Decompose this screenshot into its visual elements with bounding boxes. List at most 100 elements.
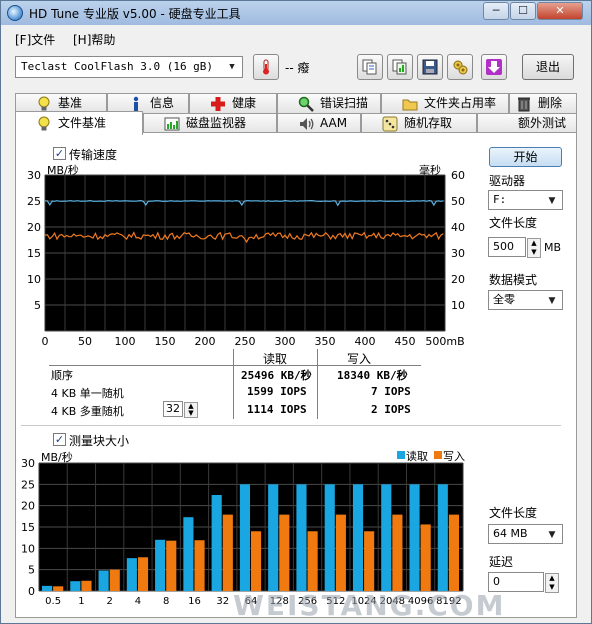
copy-image-icon [392,59,407,75]
main-window: HD Tune 专业版 v5.00 - 硬盘专业工具 ─ ☐ ✕ [F]文件 [… [0,0,592,624]
write-bar [335,514,346,591]
x-tick-label: 450 [395,335,416,348]
chevron-down-icon: ▼ [548,530,556,540]
tab-benchmark-label: 基准 [58,96,83,110]
results-write-value: 7 IOPS [371,385,411,398]
data-mode-dropdown[interactable]: 全零 ▼ [488,290,563,310]
read-bar [296,484,307,591]
tab-aam-label: AAM [320,116,348,130]
temperature-button[interactable] [253,54,279,80]
tab-folder-usage[interactable]: 文件夹占用率 [381,93,509,113]
file-length-stepper[interactable]: 500 ▲ ▼ [488,237,541,258]
y-left-tick-label: 20 [27,221,41,234]
file-length-label: 文件长度 [489,216,538,230]
drive-label: 驱动器 [489,174,526,188]
transfer-speed-checkbox[interactable]: ✓ [53,147,66,160]
tab-benchmark[interactable]: 基准 [15,93,107,113]
y-left-tick-label: 30 [27,169,41,182]
x-tick-label: 300 [275,335,296,348]
save-button[interactable] [417,54,443,80]
read-bar [239,484,250,591]
y-right-tick-label: 50 [451,195,465,208]
read-bar [155,539,166,591]
stepper-arrows-icon[interactable]: ▲ ▼ [545,573,559,593]
tab-health[interactable]: 健康 [189,93,277,113]
write-bar [420,524,431,591]
queue-depth-value: 32 [166,402,180,415]
tab-erase[interactable]: 删除 [509,93,577,113]
write-bar [279,514,290,591]
toolbar: Teclast CoolFlash 3.0 (16 gB) ▼ -- 癈 退出 [1,49,591,87]
tab-random-access[interactable]: 随机存取 [361,113,477,133]
block-file-length-value: 64 MB [493,527,528,540]
results-write-value: 2 IOPS [371,403,411,416]
y-right-tick-label: 30 [451,247,465,260]
options-button[interactable] [447,54,473,80]
download-button[interactable] [481,54,507,80]
menu-file[interactable]: [F]文件 [15,31,55,48]
y-right-tick-label: 20 [451,273,465,286]
close-button[interactable]: ✕ [537,2,583,20]
results-row-label: 顺序 [51,369,73,382]
tab-info[interactable]: 信息 [107,93,189,113]
tab-error-scan[interactable]: 错误扫描 [277,93,381,113]
read-bar [42,585,53,591]
legend-read-swatch [397,451,405,459]
block-size-checkbox[interactable]: ✓ [53,433,66,446]
chevron-down-icon: ▼ [548,196,556,206]
window-title: HD Tune 专业版 v5.00 - 硬盘专业工具 [29,7,241,21]
write-bar [137,557,149,591]
copy-text-button[interactable] [357,54,383,80]
x-tick-label: 4 [135,596,141,607]
tab-file-benchmark[interactable]: 文件基准 [15,111,143,135]
write-bar [222,514,233,591]
drive-dropdown[interactable]: Teclast CoolFlash 3.0 (16 gB) ▼ [15,56,243,78]
y-left-tick-label: 25 [27,195,41,208]
maximize-button[interactable]: ☐ [510,2,536,20]
trash-icon [518,97,530,112]
x-tick-label: 100 [115,335,136,348]
results-divider-1 [233,349,234,419]
y-right-tick-label: 40 [451,221,465,234]
drive-letter-value: F: [493,193,507,206]
drive-dropdown-value: Teclast CoolFlash 3.0 (16 gB) [21,60,214,73]
file-length-value: 500 [493,240,514,253]
tab-file-benchmark-label: 文件基准 [58,116,107,130]
queue-depth-stepper[interactable]: 32 ▲ ▼ [163,401,198,418]
write-bar [166,540,177,591]
block-size-chart: 0510152025300.5 1 2 4 8 16 32 64 128 256 512 1024 20… [21,459,464,607]
minimize-button[interactable]: ─ [483,2,509,20]
x-tick-label: 32 [216,596,229,607]
exit-button[interactable]: 退出 [522,54,574,80]
y-tick-label: 5 [28,564,35,577]
start-button[interactable]: 开始 [489,147,562,167]
menu-help[interactable]: [H]帮助 [73,31,115,48]
x-tick-label: 50 [78,335,92,348]
drive-letter-dropdown[interactable]: F: ▼ [488,190,563,210]
tab-aam[interactable]: AAM [277,113,361,133]
monitor-chart-icon [164,117,180,131]
stepper-arrows-icon[interactable]: ▲ ▼ [184,402,198,418]
data-mode-value: 全零 [493,293,515,306]
stepper-arrows-icon[interactable]: ▲ ▼ [527,238,541,258]
block-file-length-dropdown[interactable]: 64 MB ▼ [488,524,563,544]
chevron-down-icon: ▼ [229,62,235,72]
tab-disk-monitor[interactable]: 磁盘监视器 [143,113,277,133]
tab-extra-tests[interactable]: 额外测试 [477,113,577,133]
write-bar [392,514,403,591]
write-bar [109,569,120,591]
write-bar [251,531,262,591]
y-tick-label: 15 [21,521,35,534]
read-bar [268,484,279,591]
copy-screenshot-button[interactable] [387,54,413,80]
transfer-speed-chart: 302520151056050403020100 50 100 150 200 250 30… [27,169,465,348]
results-read-value: 1599 IOPS [247,385,307,398]
y-tick-label: 25 [21,478,35,491]
tab-health-label: 健康 [232,96,257,110]
read-bar [183,517,194,591]
tab-error-scan-label: 错误扫描 [320,96,369,110]
temperature-value: -- 癈 [285,61,310,75]
wrench-tools-icon [453,60,468,75]
results-read-value: 25496 KB/秒 [241,369,312,382]
info-icon [133,96,139,111]
